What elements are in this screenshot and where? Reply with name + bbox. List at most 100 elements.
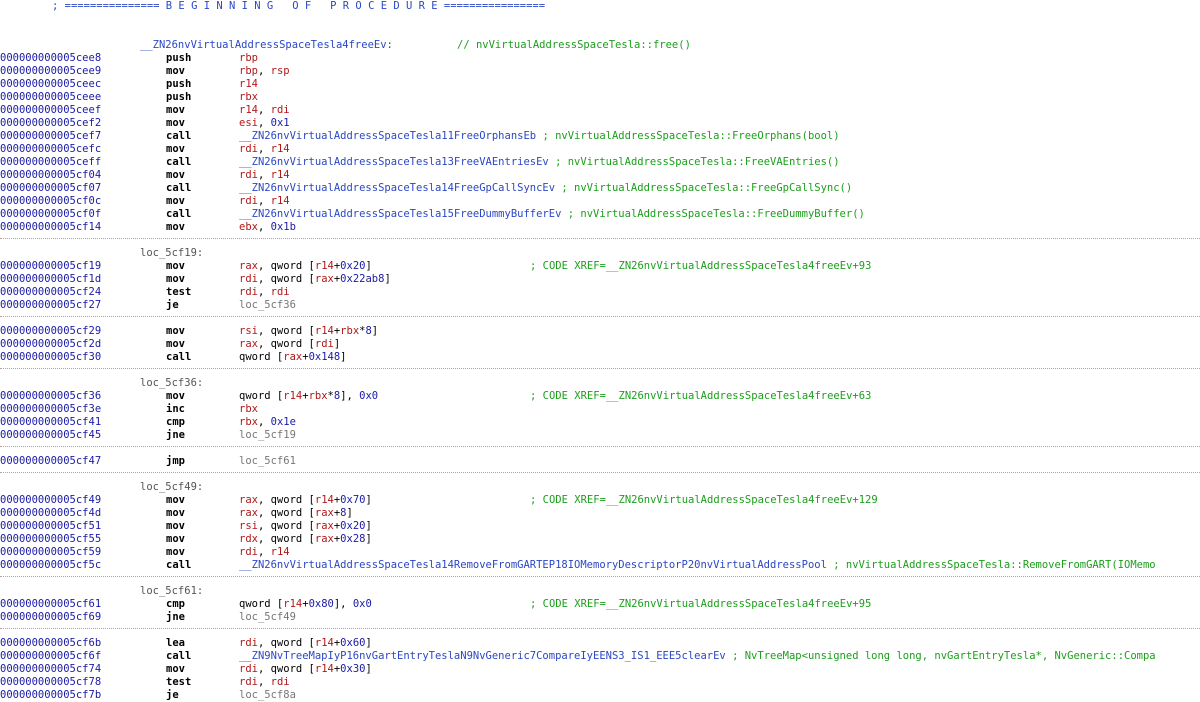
xref-comment[interactable]: ; CODE XREF=__ZN26nvVirtualAddressSpaceT…: [530, 598, 871, 611]
instruction-operands[interactable]: rdi, qword [r14+0x60]: [239, 637, 372, 650]
instruction-mnemonic[interactable]: mov: [166, 663, 185, 676]
instruction-mnemonic[interactable]: mov: [166, 143, 185, 156]
instruction-mnemonic[interactable]: cmp: [166, 416, 185, 429]
disassembly-view[interactable]: ; =============== B E G I N N I N G O F …: [0, 0, 1200, 701]
instruction-mnemonic[interactable]: call: [166, 650, 191, 663]
instruction-address[interactable]: 000000000005cf69: [0, 611, 101, 624]
instruction-mnemonic[interactable]: mov: [166, 507, 185, 520]
instruction-address[interactable]: 000000000005cef2: [0, 117, 101, 130]
instruction-operands[interactable]: rax, qword [rax+8]: [239, 507, 353, 520]
instruction-address[interactable]: 000000000005cf0c: [0, 195, 101, 208]
instruction-mnemonic[interactable]: call: [166, 182, 191, 195]
instruction-address[interactable]: 000000000005cf55: [0, 533, 101, 546]
instruction-address[interactable]: 000000000005cf6b: [0, 637, 101, 650]
instruction-operands[interactable]: rsi, qword [r14+rbx*8]: [239, 325, 378, 338]
instruction-operands[interactable]: rax, qword [rdi]: [239, 338, 340, 351]
instruction-address[interactable]: 000000000005cee8: [0, 52, 101, 65]
instruction-operands[interactable]: loc_5cf19: [239, 429, 296, 442]
instruction-operands[interactable]: loc_5cf61: [239, 455, 296, 468]
instruction-mnemonic[interactable]: mov: [166, 338, 185, 351]
instruction-mnemonic[interactable]: mov: [166, 546, 185, 559]
instruction-address[interactable]: 000000000005cee9: [0, 65, 101, 78]
instruction-address[interactable]: 000000000005cf36: [0, 390, 101, 403]
instruction-operands[interactable]: rbx, 0x1e: [239, 416, 296, 429]
instruction-mnemonic[interactable]: mov: [166, 195, 185, 208]
instruction-mnemonic[interactable]: mov: [166, 65, 185, 78]
function-label-row[interactable]: __ZN26nvVirtualAddressSpaceTesla4freeEv:…: [0, 39, 691, 52]
instruction-operands[interactable]: ebx, 0x1b: [239, 221, 296, 234]
instruction-address[interactable]: 000000000005cf41: [0, 416, 101, 429]
operand-symbol[interactable]: __ZN26nvVirtualAddressSpaceTesla13FreeVA…: [239, 156, 549, 168]
instruction-mnemonic[interactable]: mov: [166, 117, 185, 130]
instruction-operands[interactable]: __ZN26nvVirtualAddressSpaceTesla11FreeOr…: [239, 130, 840, 143]
instruction-address[interactable]: 000000000005cef7: [0, 130, 101, 143]
instruction-mnemonic[interactable]: call: [166, 351, 191, 364]
instruction-operands[interactable]: rdi, r14: [239, 195, 290, 208]
instruction-operands[interactable]: rsi, qword [rax+0x20]: [239, 520, 372, 533]
instruction-operands[interactable]: rdi, qword [r14+0x30]: [239, 663, 372, 676]
instruction-operands[interactable]: rdi, r14: [239, 546, 290, 559]
instruction-mnemonic[interactable]: lea: [166, 637, 185, 650]
instruction-operands[interactable]: __ZN26nvVirtualAddressSpaceTesla14FreeGp…: [239, 182, 852, 195]
label-loc-5cf49[interactable]: loc_5cf49:: [140, 481, 203, 494]
operand-symbol[interactable]: __ZN26nvVirtualAddressSpaceTesla15FreeDu…: [239, 208, 561, 220]
instruction-address[interactable]: 000000000005ceee: [0, 91, 101, 104]
operand-location[interactable]: loc_5cf61: [239, 455, 296, 467]
instruction-address[interactable]: 000000000005cf24: [0, 286, 101, 299]
instruction-operands[interactable]: esi, 0x1: [239, 117, 290, 130]
instruction-mnemonic[interactable]: push: [166, 91, 191, 104]
instruction-mnemonic[interactable]: call: [166, 208, 191, 221]
instruction-mnemonic[interactable]: test: [166, 286, 191, 299]
instruction-mnemonic[interactable]: jmp: [166, 455, 185, 468]
operand-symbol[interactable]: __ZN26nvVirtualAddressSpaceTesla14FreeGp…: [239, 182, 555, 194]
instruction-address[interactable]: 000000000005cf2d: [0, 338, 101, 351]
label-loc-5cf61[interactable]: loc_5cf61:: [140, 585, 203, 598]
xref-comment[interactable]: ; CODE XREF=__ZN26nvVirtualAddressSpaceT…: [530, 260, 871, 273]
instruction-operands[interactable]: rdi, r14: [239, 169, 290, 182]
instruction-mnemonic[interactable]: mov: [166, 494, 185, 507]
instruction-address[interactable]: 000000000005cf59: [0, 546, 101, 559]
instruction-address[interactable]: 000000000005cf30: [0, 351, 101, 364]
instruction-address[interactable]: 000000000005cf0f: [0, 208, 101, 221]
instruction-address[interactable]: 000000000005cf7b: [0, 689, 101, 702]
instruction-address[interactable]: 000000000005cf07: [0, 182, 101, 195]
instruction-mnemonic[interactable]: push: [166, 78, 191, 91]
instruction-operands[interactable]: rdi, qword [rax+0x22ab8]: [239, 273, 391, 286]
instruction-mnemonic[interactable]: mov: [166, 221, 185, 234]
instruction-mnemonic[interactable]: mov: [166, 533, 185, 546]
instruction-operands[interactable]: rbp: [239, 52, 258, 65]
instruction-operands[interactable]: loc_5cf49: [239, 611, 296, 624]
instruction-mnemonic[interactable]: mov: [166, 169, 185, 182]
instruction-mnemonic[interactable]: mov: [166, 520, 185, 533]
operand-location[interactable]: loc_5cf8a: [239, 689, 296, 701]
instruction-operands[interactable]: rbp, rsp: [239, 65, 290, 78]
instruction-address[interactable]: 000000000005ceef: [0, 104, 101, 117]
instruction-mnemonic[interactable]: push: [166, 52, 191, 65]
instruction-mnemonic[interactable]: mov: [166, 390, 185, 403]
instruction-address[interactable]: 000000000005cf1d: [0, 273, 101, 286]
instruction-operands[interactable]: qword [r14+rbx*8], 0x0: [239, 390, 378, 403]
operand-location[interactable]: loc_5cf19: [239, 429, 296, 441]
operand-location[interactable]: loc_5cf49: [239, 611, 296, 623]
instruction-operands[interactable]: rdi, rdi: [239, 676, 290, 689]
instruction-mnemonic[interactable]: mov: [166, 273, 185, 286]
instruction-mnemonic[interactable]: inc: [166, 403, 185, 416]
instruction-operands[interactable]: rbx: [239, 403, 258, 416]
instruction-address[interactable]: 000000000005cf5c: [0, 559, 101, 572]
instruction-operands[interactable]: rax, qword [r14+0x70]: [239, 494, 372, 507]
instruction-address[interactable]: 000000000005cf27: [0, 299, 101, 312]
instruction-address[interactable]: 000000000005ceff: [0, 156, 101, 169]
instruction-mnemonic[interactable]: cmp: [166, 598, 185, 611]
instruction-operands[interactable]: rdx, qword [rax+0x28]: [239, 533, 372, 546]
instruction-operands[interactable]: __ZN9NvTreeMapIyP16nvGartEntryTeslaN9NvG…: [239, 650, 1156, 663]
instruction-address[interactable]: 000000000005cf04: [0, 169, 101, 182]
instruction-address[interactable]: 000000000005ceec: [0, 78, 101, 91]
instruction-operands[interactable]: __ZN26nvVirtualAddressSpaceTesla15FreeDu…: [239, 208, 865, 221]
label-loc-5cf19[interactable]: loc_5cf19:: [140, 247, 203, 260]
instruction-address[interactable]: 000000000005cf6f: [0, 650, 101, 663]
xref-comment[interactable]: ; CODE XREF=__ZN26nvVirtualAddressSpaceT…: [530, 494, 878, 507]
instruction-address[interactable]: 000000000005cf3e: [0, 403, 101, 416]
instruction-mnemonic[interactable]: test: [166, 676, 191, 689]
instruction-operands[interactable]: rbx: [239, 91, 258, 104]
instruction-address[interactable]: 000000000005cf14: [0, 221, 101, 234]
